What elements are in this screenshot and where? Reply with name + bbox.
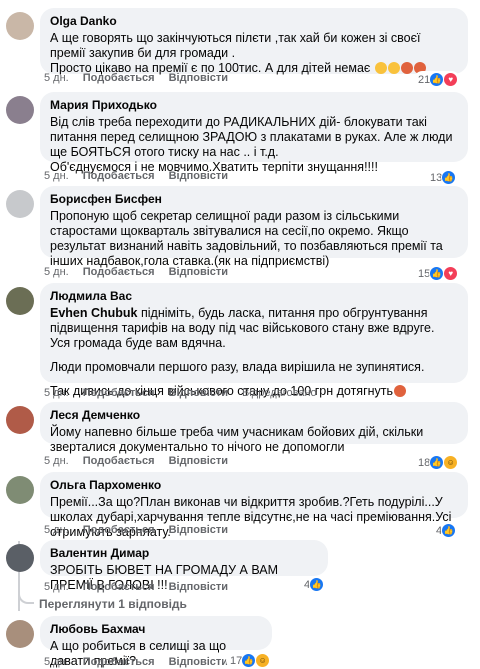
reply-button[interactable]: Відповісти xyxy=(169,266,228,278)
comment-actions: 5 дн. Подобається Відповісти xyxy=(44,170,228,182)
comment-actions: 5 дн. Подобається Відповісти xyxy=(44,656,228,668)
thread-connector-curve xyxy=(18,580,34,604)
comment-author[interactable]: Ольга Пархоменко xyxy=(50,478,458,493)
comment-text-line: Від слів треба переходити до РАДИКАЛЬНИХ… xyxy=(50,115,453,159)
reaction-summary[interactable]: 13 👍 xyxy=(426,169,459,186)
avatar[interactable] xyxy=(6,476,34,504)
comment-bubble: Olga Danko А ще говорять що закінчуються… xyxy=(40,8,468,76)
like-reaction-icon: 👍 xyxy=(429,266,445,281)
comment-author[interactable]: Леся Демченко xyxy=(50,408,458,423)
comment-actions: 5 дн. Подобається Відповісти xyxy=(44,455,228,467)
comment-time[interactable]: 5 дн. xyxy=(44,266,69,278)
comment-author[interactable]: Olga Danko xyxy=(50,14,458,29)
comment-bubble: Леся Демченко Йому напевно більше треба … xyxy=(40,402,468,454)
avatar[interactable] xyxy=(6,190,34,218)
comment-actions: 5 дн. Подобається Відповісти xyxy=(44,72,228,84)
comment-text-line: Йому напевно більше треба чим учасникам … xyxy=(50,425,424,454)
avatar[interactable] xyxy=(6,96,34,124)
comment-actions: 5 дн. Подобається Відповісти xyxy=(44,581,228,593)
like-button[interactable]: Подобається xyxy=(83,266,155,278)
comment-actions: 5 дн. Подобається Відповісти xyxy=(44,524,228,536)
comment-time[interactable]: 5 дн. xyxy=(44,581,69,593)
comment-text-line: А ще говорять що закінчуються пілєти ,та… xyxy=(50,31,421,60)
like-button[interactable]: Подобається xyxy=(83,524,155,536)
reply-button[interactable]: Відповісти xyxy=(169,170,228,182)
like-button[interactable]: Подобається xyxy=(83,656,155,668)
comment-text: Пропоную щоб секретар селищної ради разо… xyxy=(50,209,458,269)
love-reaction-icon: ♥ xyxy=(443,266,459,281)
view-replies-link[interactable]: Переглянути 1 відповідь xyxy=(39,597,187,611)
like-reaction-icon: 👍 xyxy=(241,653,257,668)
like-reaction-icon: 👍 xyxy=(429,72,445,87)
edited-label: Відредаговано xyxy=(242,387,317,399)
avatar[interactable] xyxy=(6,406,34,434)
like-button[interactable]: Подобається xyxy=(83,455,155,467)
comment-text: А ще говорять що закінчуються пілєти ,та… xyxy=(50,31,458,76)
angry-face-icon xyxy=(394,385,407,397)
reaction-summary[interactable]: 17 👍 ☺ xyxy=(226,652,273,669)
comment-time[interactable]: 5 дн. xyxy=(44,524,69,536)
comment-text: Evhen Chubuk підніміть, будь ласка, пита… xyxy=(50,306,458,399)
avatar[interactable] xyxy=(6,287,34,315)
haha-reaction-icon: ☺ xyxy=(443,455,459,470)
comment-author[interactable]: Мария Приходько xyxy=(50,98,458,113)
avatar[interactable] xyxy=(6,620,34,648)
like-button[interactable]: Подобається xyxy=(83,170,155,182)
reaction-summary[interactable]: 15 👍 ♥ xyxy=(414,265,461,282)
mention-link[interactable]: Evhen Chubuk xyxy=(50,306,138,320)
haha-reaction-icon: ☺ xyxy=(255,653,271,668)
avatar[interactable] xyxy=(6,12,34,40)
comment-text: Йому напевно більше треба чим учасникам … xyxy=(50,425,458,455)
love-reaction-icon: ♥ xyxy=(443,72,459,87)
reaction-summary[interactable]: 4 👍 xyxy=(300,576,327,593)
like-reaction-icon: 👍 xyxy=(309,577,325,592)
comment-author[interactable]: Любовь Бахмач xyxy=(50,622,262,637)
reply-button[interactable]: Відповісти xyxy=(169,455,228,467)
comment-time[interactable]: 5 дн. xyxy=(44,170,69,182)
comment-text-line: Уся громада буде вам вдячна. xyxy=(50,336,226,350)
avatar[interactable] xyxy=(6,544,34,572)
comment-author[interactable]: Валентин Димар xyxy=(50,546,318,561)
like-button[interactable]: Подобається xyxy=(83,72,155,84)
comment-author[interactable]: Людмила Вас xyxy=(50,289,458,304)
reply-button[interactable]: Відповісти xyxy=(169,524,228,536)
comment-bubble: Людмила Вас Evhen Chubuk підніміть, будь… xyxy=(40,283,468,398)
comment-bubble: Борисфен Бисфен Пропоную щоб секретар се… xyxy=(40,186,468,268)
comment-bubble: Ольга Пархоменко Премії...За що?План вик… xyxy=(40,472,468,539)
comment-text-line: Пропоную щоб секретар селищної ради разо… xyxy=(50,209,443,268)
like-button[interactable]: Подобається xyxy=(83,387,155,399)
reply-button[interactable]: Відповісти xyxy=(169,656,228,668)
comment-time[interactable]: 5 дн. xyxy=(44,455,69,467)
like-reaction-icon: 👍 xyxy=(429,455,445,470)
comment-bubble: Валентин Димар ЗРОБІТЬ БЮВЕТ НА ГРОМАДУ … xyxy=(40,540,328,592)
comment-time[interactable]: 5 дн. xyxy=(44,72,69,84)
like-reaction-icon: 👍 xyxy=(441,170,457,185)
comment-text: Від слів треба переходити до РАДИКАЛЬНИХ… xyxy=(50,115,458,175)
angry-face-icon xyxy=(400,62,413,74)
reply-button[interactable]: Відповісти xyxy=(169,72,228,84)
crying-face-icon xyxy=(387,62,400,74)
comment-bubble: Мария Приходько Від слів треба переходит… xyxy=(40,92,468,174)
like-button[interactable]: Подобається xyxy=(83,581,155,593)
comment-time[interactable]: 5 дн. xyxy=(44,656,69,668)
reply-button[interactable]: Відповісти xyxy=(169,581,228,593)
comment-time[interactable]: 5 дн. xyxy=(44,387,69,399)
sad-face-icon xyxy=(374,62,387,74)
comment-bubble: Любовь Бахмач А що робиться в селищі за … xyxy=(40,616,272,668)
comment-actions: 5 дн. Подобається Відповісти Відредагова… xyxy=(44,387,317,399)
reaction-summary[interactable]: 18 👍 ☺ xyxy=(414,454,461,471)
reaction-summary[interactable]: 4 👍 xyxy=(432,522,459,539)
comment-actions: 5 дн. Подобається Відповісти xyxy=(44,266,228,278)
comment-text-line: Люди промовчали першого разу, влада вирі… xyxy=(50,360,425,374)
comment-author[interactable]: Борисфен Бисфен xyxy=(50,192,458,207)
like-reaction-icon: 👍 xyxy=(441,523,457,538)
reaction-summary[interactable]: 21 👍 ♥ xyxy=(414,71,461,88)
reply-button[interactable]: Відповісти xyxy=(169,387,228,399)
